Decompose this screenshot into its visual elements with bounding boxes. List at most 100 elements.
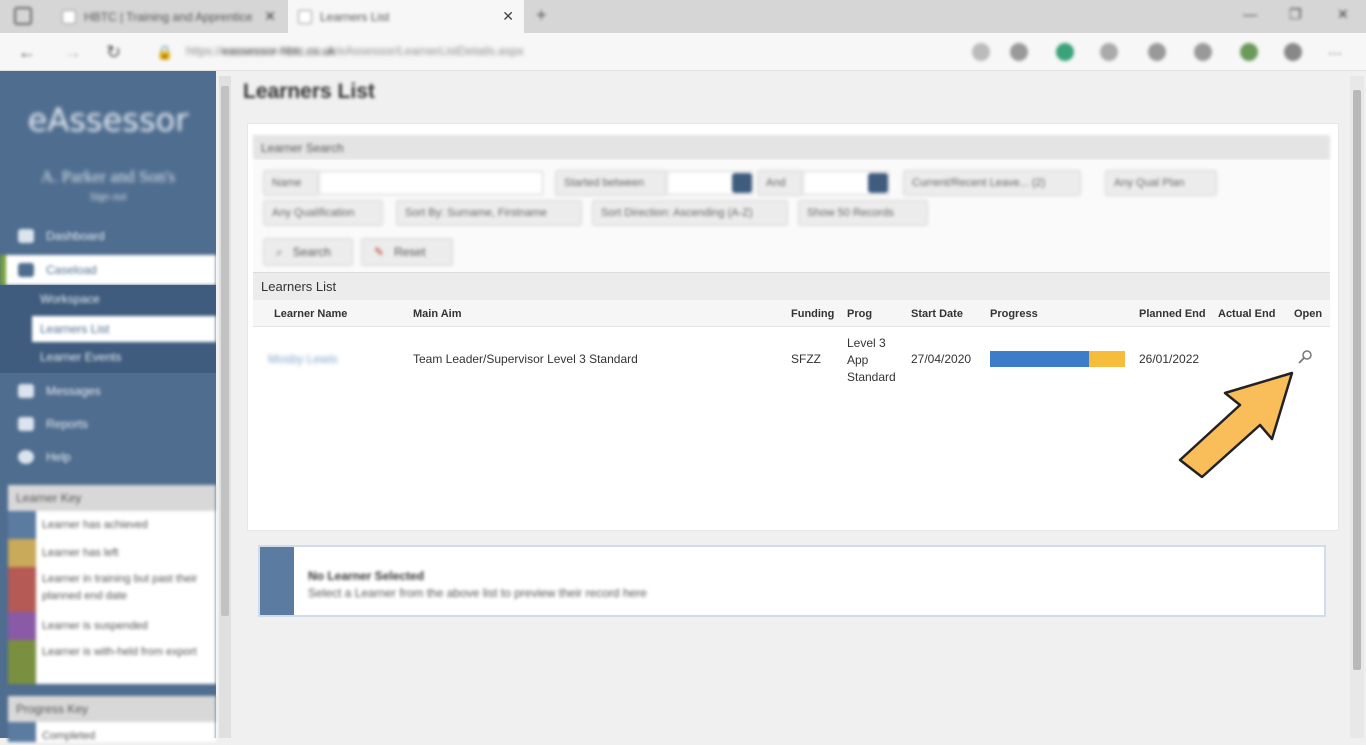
- key-swatch: [8, 612, 36, 640]
- progress-key-panel: Progress Key Completed: [8, 696, 216, 742]
- browser-tab-active[interactable]: Learners List ✕: [288, 0, 524, 33]
- key-row: Learner is suspended: [8, 612, 216, 640]
- learner-key-panel: Learner Key Learner has achieved Learner…: [8, 485, 216, 684]
- no-learner-title: No Learner Selected: [308, 569, 425, 583]
- browser-tab-inactive[interactable]: HBTC | Training and Apprentice ✕: [52, 0, 286, 33]
- key-label: Learner is with-held from export: [42, 646, 197, 658]
- reset-button[interactable]: ✎ Reset: [361, 238, 453, 266]
- history-icon[interactable]: [1194, 43, 1212, 61]
- caseload-icon: [18, 263, 34, 277]
- lock-icon[interactable]: 🔒: [156, 44, 173, 61]
- nav-item-help[interactable]: Help: [0, 442, 216, 472]
- col-start-date[interactable]: Start Date: [911, 301, 963, 327]
- close-tab-icon[interactable]: ✕: [502, 8, 514, 25]
- sort-direction-select[interactable]: Sort Direction: Ascending (A-Z): [592, 200, 788, 226]
- sort-by-select[interactable]: Sort By: Surname, Firstname: [396, 200, 582, 226]
- url-text[interactable]: https://eassessor-hbtc.co.uk/eAssessor/L…: [186, 44, 524, 58]
- nav-item-reports[interactable]: Reports: [0, 409, 216, 439]
- calendar-icon[interactable]: [732, 173, 752, 193]
- search-button[interactable]: ⌕ Search: [263, 238, 353, 266]
- settings-icon[interactable]: [1100, 43, 1118, 61]
- nav-label: Reports: [46, 417, 89, 431]
- profile-icon[interactable]: [1284, 43, 1302, 61]
- prog-line: Level 3: [847, 336, 886, 350]
- page-title: Learners List: [243, 80, 375, 103]
- name-label: Name: [263, 170, 319, 196]
- extension-icon[interactable]: [1010, 43, 1028, 61]
- new-tab-button[interactable]: +: [536, 5, 547, 26]
- extension-green-icon[interactable]: [1056, 43, 1074, 61]
- qualification-select[interactable]: Any Qualification: [263, 200, 383, 226]
- search-icon: ⌕: [276, 244, 283, 259]
- learner-search-header: Learner Search: [253, 135, 1330, 160]
- key-label: Learner has achieved: [42, 519, 148, 531]
- nav-item-dashboard[interactable]: Dashboard: [0, 221, 216, 251]
- qual-plan-select[interactable]: Any Qual Plan: [1105, 170, 1217, 196]
- forward-icon[interactable]: →: [64, 42, 82, 63]
- search-button-label: Search: [292, 245, 331, 259]
- tab-actions-icon[interactable]: [14, 7, 32, 25]
- page-scrollbar[interactable]: [1350, 76, 1364, 738]
- key-swatch: [8, 511, 36, 539]
- col-funding[interactable]: Funding: [791, 301, 834, 327]
- page-favicon-icon: [298, 9, 312, 24]
- planned-end-cell: 26/01/2022: [1139, 352, 1200, 366]
- col-progress[interactable]: Progress: [990, 301, 1038, 327]
- progress-remaining: [1088, 351, 1125, 367]
- no-learner-message: Select a Learner from the above list to …: [308, 586, 647, 600]
- subnav-item-learner-events[interactable]: Learner Events: [32, 344, 216, 370]
- subnav-item-workspace[interactable]: Workspace: [32, 286, 216, 312]
- phone-icon[interactable]: [1240, 43, 1258, 61]
- nav-label: Messages: [46, 384, 101, 398]
- col-planned-end[interactable]: Planned End: [1139, 301, 1206, 327]
- col-learner-name[interactable]: Learner Name: [274, 301, 347, 327]
- close-tab-icon[interactable]: ✕: [264, 8, 276, 25]
- key-label: Learner has left: [42, 547, 119, 559]
- key-swatch: [8, 567, 36, 612]
- magnifier-open-icon[interactable]: [1297, 349, 1313, 365]
- no-learner-selected-panel: No Learner Selected Select a Learner fro…: [258, 545, 1326, 617]
- key-swatch: [8, 722, 36, 742]
- learners-list-header: Learners List: [253, 272, 1330, 300]
- sidebar: eAssessor A. Parker and Son's Sign out D…: [0, 71, 216, 742]
- learner-name-link[interactable]: Mosby Lewis: [268, 352, 337, 366]
- name-input[interactable]: [319, 171, 543, 195]
- key-row: Completed: [8, 722, 216, 742]
- key-icon[interactable]: [972, 43, 990, 61]
- url-host: eassessor-hbtc.co.uk: [222, 44, 336, 58]
- tab-title: Learners List: [320, 9, 390, 24]
- extensions-icon[interactable]: [1148, 43, 1166, 61]
- progress-completed: [990, 351, 1089, 367]
- scrollbar-thumb[interactable]: [221, 86, 229, 616]
- key-row: Learner has left: [8, 539, 216, 567]
- app-logo[interactable]: eAssessor: [0, 101, 216, 139]
- sign-out-link[interactable]: Sign out: [0, 192, 216, 203]
- restore-icon[interactable]: ❐: [1289, 6, 1302, 23]
- subnav-item-learners-list[interactable]: Learners List: [32, 316, 216, 342]
- back-icon[interactable]: ←: [18, 42, 36, 63]
- and-label: And: [757, 170, 803, 196]
- nav-item-caseload[interactable]: Caseload: [0, 255, 216, 285]
- show-records-select[interactable]: Show 50 Records: [798, 200, 928, 226]
- col-main-aim[interactable]: Main Aim: [413, 301, 462, 327]
- more-icon[interactable]: ⋯: [1328, 45, 1342, 62]
- sidebar-scrollbar[interactable]: [219, 76, 231, 738]
- nav-label: Help: [46, 450, 71, 464]
- leave-filter-select[interactable]: Current/Recent Leave... (2): [903, 170, 1081, 196]
- col-actual-end[interactable]: Actual End: [1218, 301, 1275, 327]
- learner-key-title: Learner Key: [8, 485, 216, 511]
- progress-key-title: Progress Key: [8, 696, 216, 722]
- calendar-icon[interactable]: [868, 173, 888, 193]
- nav-item-messages[interactable]: Messages: [0, 376, 216, 406]
- key-row: Learner has achieved: [8, 511, 216, 539]
- reset-button-label: Reset: [394, 245, 426, 259]
- nav-label: Caseload: [46, 263, 97, 277]
- key-label: Learner is suspended: [42, 620, 148, 632]
- started-between-label: Started between: [555, 170, 667, 196]
- refresh-icon[interactable]: ↻: [106, 42, 121, 63]
- col-prog[interactable]: Prog: [847, 301, 872, 327]
- scrollbar-thumb[interactable]: [1353, 90, 1361, 670]
- close-window-icon[interactable]: ✕: [1337, 6, 1349, 23]
- reports-icon: [18, 417, 34, 431]
- minimize-icon[interactable]: —: [1243, 6, 1257, 22]
